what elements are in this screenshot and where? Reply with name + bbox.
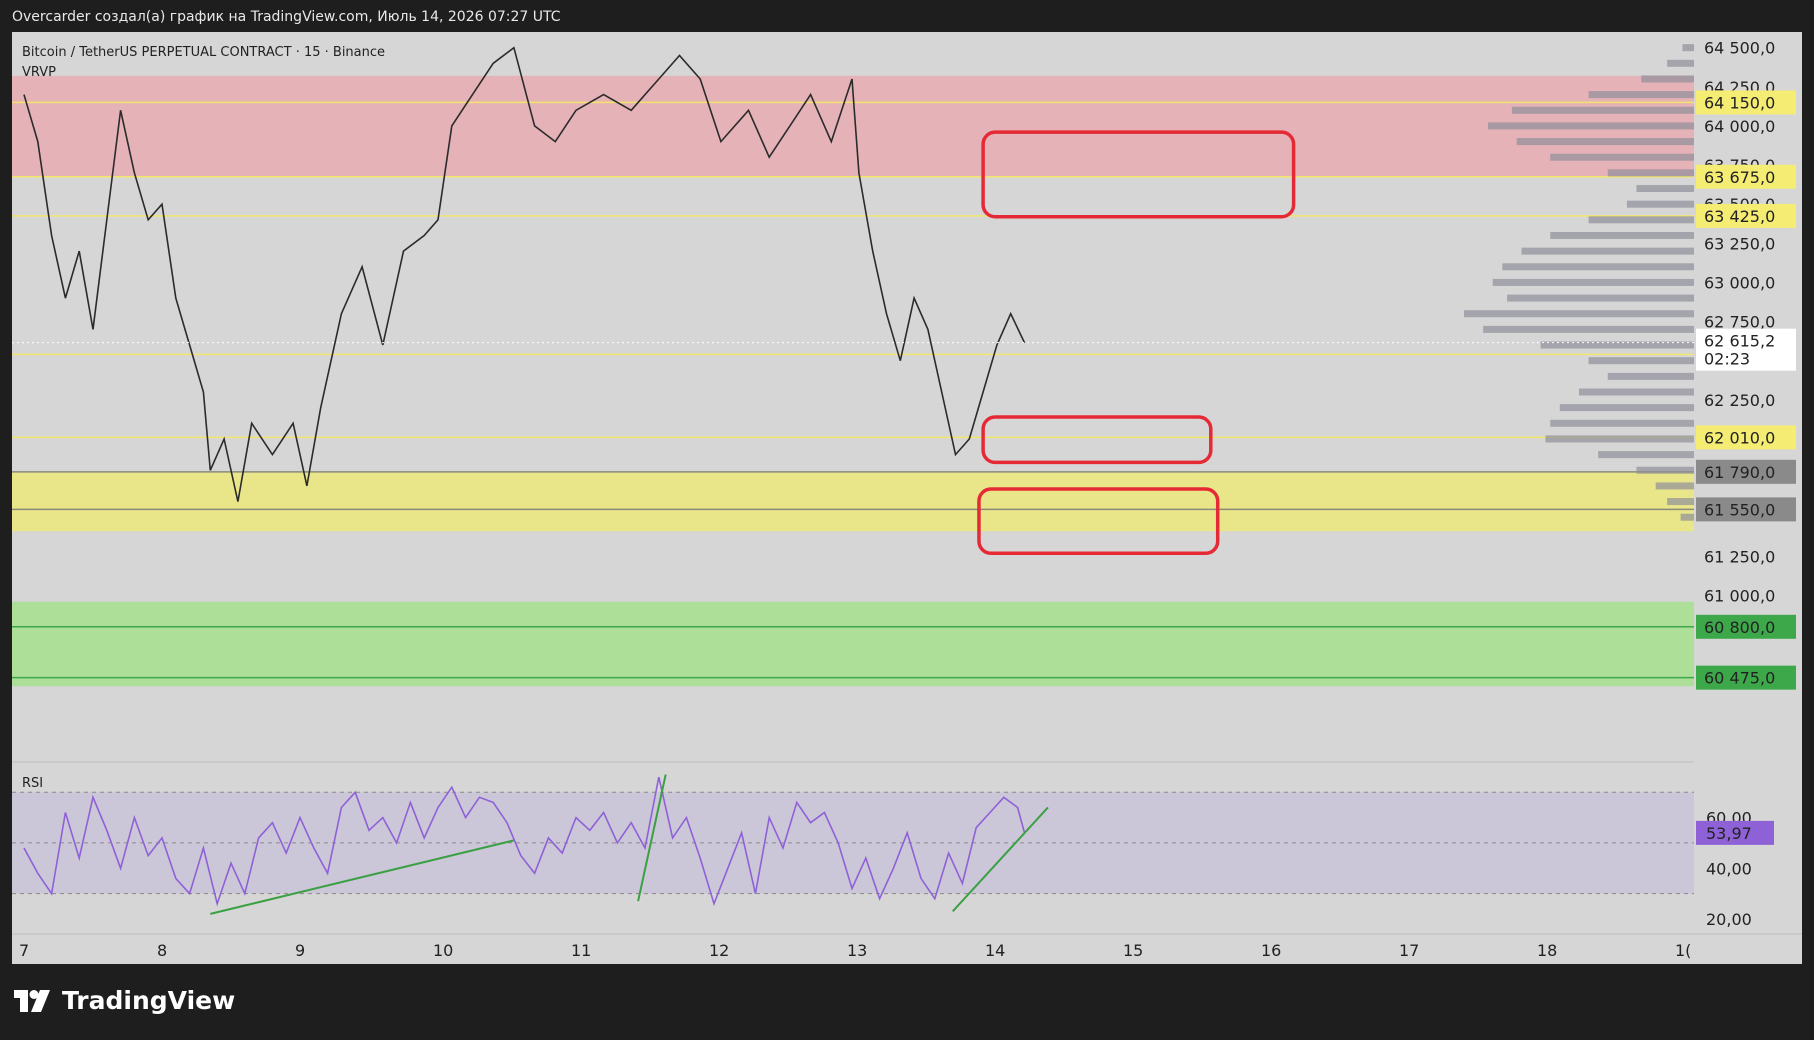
level-price-label: 63 675,0: [1704, 168, 1775, 187]
volume-profile-bar: [1511, 106, 1694, 114]
time-tick-label: 11: [571, 941, 591, 960]
time-tick-label: 14: [985, 941, 1005, 960]
markup-box: [981, 415, 1213, 465]
brand[interactable]: TradingView: [14, 986, 235, 1015]
tradingview-logo-icon: [14, 989, 50, 1012]
time-tick-label: 17: [1399, 941, 1419, 960]
volume-profile-bar: [1655, 482, 1694, 490]
volume-profile-bar: [1550, 419, 1694, 427]
volume-profile-bar: [1598, 451, 1694, 459]
chart-area[interactable]: 64 500,064 250,064 000,063 750,063 500,0…: [12, 32, 1802, 964]
price-tick-label: 62 250,0: [1704, 391, 1775, 410]
chart-svg[interactable]: 64 500,064 250,064 000,063 750,063 500,0…: [12, 32, 1802, 964]
volume-profile-bar: [1607, 372, 1694, 380]
volume-profile-bar: [1680, 513, 1694, 521]
volume-profile-bar: [1502, 263, 1694, 271]
volume-profile-bar: [1588, 216, 1694, 224]
volume-profile-bar: [1579, 388, 1694, 396]
level-price-label: 61 550,0: [1704, 500, 1775, 519]
volume-profile-bar: [1507, 294, 1694, 302]
volume-profile-bar: [1636, 466, 1694, 474]
time-tick-label: 10: [433, 941, 453, 960]
volume-profile-bar: [1550, 231, 1694, 239]
level-price-label: 63 425,0: [1704, 207, 1775, 226]
price-tick-label: 61 250,0: [1704, 547, 1775, 566]
price-tick-label: 61 000,0: [1704, 586, 1775, 605]
indicator-legend[interactable]: VRVP: [22, 65, 56, 80]
volume-profile-bar: [1487, 122, 1694, 130]
level-price-label: 60 800,0: [1704, 618, 1775, 637]
time-tick-label: 15: [1123, 941, 1143, 960]
volume-profile-bar: [1483, 325, 1694, 333]
time-tick-label: 12: [709, 941, 729, 960]
level-price-label: 62 010,0: [1704, 428, 1775, 447]
rsi-legend[interactable]: RSI: [22, 776, 43, 791]
level-price-label: 64 150,0: [1704, 93, 1775, 112]
volume-profile-bar: [1626, 200, 1694, 208]
volume-profile-bar: [1588, 357, 1694, 365]
time-tick-label: 1(: [1675, 941, 1691, 960]
volume-profile-bar: [1667, 498, 1694, 506]
volume-profile-bar: [1682, 44, 1694, 52]
volume-profile-bar: [1521, 247, 1694, 255]
time-tick-label: 18: [1537, 941, 1557, 960]
time-tick-label: 16: [1261, 941, 1281, 960]
level-price-label: 60 475,0: [1704, 669, 1775, 688]
time-tick-label: 8: [157, 941, 167, 960]
current-price-timer: 02:23: [1704, 350, 1750, 369]
rsi-tick-label: 20,00: [1706, 910, 1752, 929]
rsi-tick-label: 40,00: [1706, 859, 1752, 878]
time-tick-label: 7: [19, 941, 29, 960]
chart-caption: Overcarder создал(а) график на TradingVi…: [12, 9, 561, 25]
price-tick-label: 63 000,0: [1704, 273, 1775, 292]
price-tick-label: 63 250,0: [1704, 234, 1775, 253]
brand-name: TradingView: [62, 986, 236, 1015]
volume-profile-bar: [1641, 75, 1694, 83]
volume-profile-bar: [1607, 169, 1694, 177]
volume-profile-bar: [1588, 91, 1694, 99]
volume-profile-bar: [1667, 59, 1694, 67]
volume-profile-bar: [1545, 435, 1694, 443]
volume-profile-bar: [1492, 278, 1694, 286]
time-tick-label: 9: [295, 941, 305, 960]
symbol-legend[interactable]: Bitcoin / TetherUS PERPETUAL CONTRACT · …: [22, 45, 385, 60]
demand-zone: [12, 601, 1694, 687]
price-tick-label: 64 000,0: [1704, 117, 1775, 136]
volume-profile-bar: [1550, 153, 1694, 161]
volume-profile-bar: [1636, 185, 1694, 193]
volume-profile-bar: [1464, 310, 1694, 318]
price-tick-label: 64 500,0: [1704, 39, 1775, 58]
support-zone: [12, 471, 1694, 532]
rsi-current-label: 53,97: [1706, 824, 1752, 843]
volume-profile-bar: [1516, 138, 1694, 146]
time-tick-label: 13: [847, 941, 867, 960]
level-price-label: 61 790,0: [1704, 463, 1775, 482]
current-price-label: 62 615,2: [1704, 332, 1775, 351]
volume-profile-bar: [1559, 404, 1694, 412]
